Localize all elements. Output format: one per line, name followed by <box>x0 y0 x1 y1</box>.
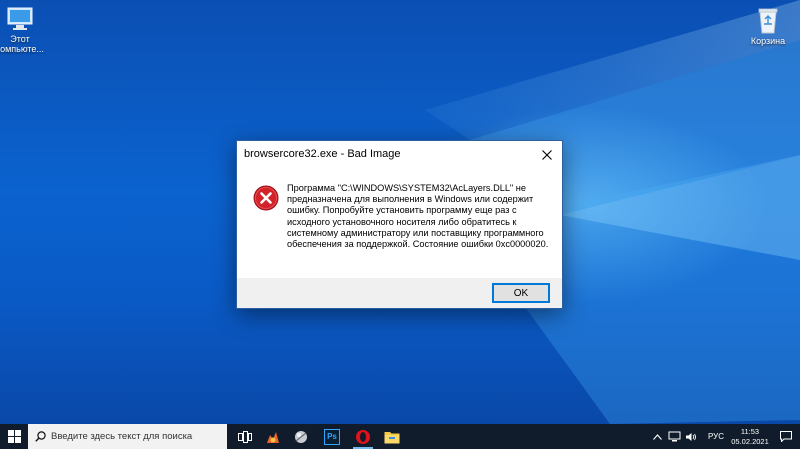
notification-icon <box>780 431 792 442</box>
language-indicator: РУС <box>707 432 725 441</box>
error-dialog: browsercore32.exe - Bad Image Программа … <box>236 140 563 309</box>
tray-clock[interactable]: 11:53 05.02.2021 <box>730 427 770 447</box>
dialog-message: Программа "C:\WINDOWS\SYSTEM32\AcLayers.… <box>287 183 549 250</box>
game-icon <box>267 431 279 443</box>
search-icon <box>35 431 46 442</box>
tray-language[interactable]: РУС <box>704 424 728 449</box>
task-view-button[interactable] <box>231 424 259 449</box>
clock-date: 05.02.2021 <box>731 437 769 446</box>
photoshop-label: Ps <box>327 432 337 441</box>
taskbar-app-photoshop[interactable]: Ps <box>318 424 346 449</box>
desktop-icon-this-pc[interactable]: Этот компьюте... <box>0 6 50 54</box>
windows-logo-icon <box>7 430 21 443</box>
taskbar: Введите здесь текст для поиска Ps РУС 11… <box>0 424 800 449</box>
dialog-title: browsercore32.exe - Bad Image <box>244 148 401 160</box>
desktop-icon-label: Корзина <box>750 36 786 46</box>
network-icon <box>668 431 680 442</box>
computer-icon <box>7 7 33 30</box>
taskbar-app-file-explorer[interactable] <box>378 424 406 449</box>
error-icon <box>253 185 279 211</box>
desktop: Этот компьюте... Корзина browsercore32.e… <box>0 0 800 424</box>
dialog-close-button[interactable] <box>532 141 562 168</box>
file-explorer-icon <box>384 431 400 443</box>
clock-time: 11:53 <box>740 427 760 436</box>
task-view-icon <box>238 430 252 443</box>
taskbar-app-opera[interactable] <box>349 424 377 449</box>
taskbar-app-game[interactable] <box>259 424 287 449</box>
desktop-icon-recycle-bin[interactable]: Корзина <box>738 6 798 46</box>
ok-button[interactable]: OK <box>492 283 550 303</box>
close-icon <box>542 149 552 160</box>
opera-icon <box>356 429 370 444</box>
speaker-icon <box>686 432 696 441</box>
tray-volume[interactable] <box>684 424 698 449</box>
tray-notifications[interactable] <box>776 424 796 449</box>
start-button[interactable] <box>0 424 28 449</box>
recycle-bin-icon <box>758 8 778 34</box>
search-placeholder: Введите здесь текст для поиска <box>51 431 193 442</box>
tray-network[interactable] <box>666 424 682 449</box>
3d-pinball-icon <box>295 430 307 443</box>
tray-show-hidden-icons[interactable] <box>650 424 664 449</box>
chevron-up-icon <box>652 433 662 440</box>
dialog-footer: OK <box>237 278 562 308</box>
photoshop-icon: Ps <box>324 428 340 445</box>
taskbar-app-pinball[interactable] <box>287 424 315 449</box>
desktop-icon-label: Этот компьюте... <box>0 34 44 54</box>
taskbar-search-box[interactable]: Введите здесь текст для поиска <box>28 424 227 449</box>
